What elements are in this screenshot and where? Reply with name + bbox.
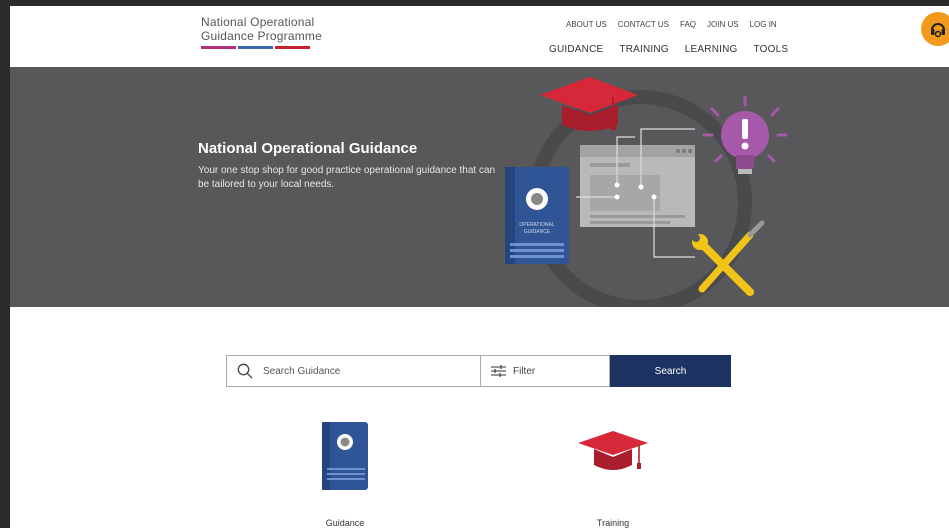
- nav-tools[interactable]: TOOLS: [754, 44, 789, 55]
- accessibility-button[interactable]: [921, 12, 949, 46]
- hero-illustration: OPERATIONAL GUIDANCE: [505, 77, 788, 307]
- guidance-book-icon: [322, 422, 368, 490]
- page: National Operational Guidance Programme …: [10, 6, 949, 528]
- nav-faq[interactable]: FAQ: [680, 20, 696, 29]
- logo-line-2: Guidance Programme: [201, 29, 322, 43]
- category-guidance[interactable]: Guidance: [310, 420, 380, 528]
- graduation-cap-icon: [578, 431, 648, 470]
- nav-about-us[interactable]: ABOUT US: [566, 20, 607, 29]
- utility-nav: ABOUT US CONTACT US FAQ JOIN US LOG IN: [566, 20, 777, 29]
- search-icon: [237, 363, 253, 379]
- nav-training[interactable]: TRAINING: [619, 44, 668, 55]
- search-input-wrapper[interactable]: [226, 355, 480, 387]
- search-input[interactable]: [261, 364, 465, 378]
- nav-guidance[interactable]: GUIDANCE: [549, 44, 603, 55]
- filter-button[interactable]: Filter: [480, 355, 610, 387]
- nav-contact-us[interactable]: CONTACT US: [618, 20, 669, 29]
- nav-learning[interactable]: LEARNING: [685, 44, 738, 55]
- main-nav: GUIDANCE TRAINING LEARNING TOOLS: [549, 44, 788, 55]
- nav-join-us[interactable]: JOIN US: [707, 20, 739, 29]
- headset-icon: [931, 23, 945, 38]
- book-title-line-2: GUIDANCE: [524, 229, 551, 235]
- guidance-book-icon: OPERATIONAL GUIDANCE: [505, 167, 569, 264]
- search-bar: Filter Search: [226, 355, 731, 387]
- browser-window-icon: [580, 145, 695, 227]
- hero-subtitle: Your one stop shop for good practice ope…: [198, 165, 496, 190]
- nav-log-in[interactable]: LOG IN: [750, 20, 777, 29]
- category-training-label: Training: [596, 518, 630, 528]
- filter-label: Filter: [513, 365, 536, 377]
- hero-banner: National Operational Guidance Your one s…: [10, 67, 949, 307]
- book-title-line-1: OPERATIONAL: [519, 222, 554, 228]
- logo-line-1: National Operational: [201, 15, 315, 29]
- window-frame-left: [0, 0, 10, 528]
- hero-title: National Operational Guidance: [198, 140, 418, 157]
- filter-sliders-icon: [491, 365, 506, 377]
- site-logo[interactable]: National Operational Guidance Programme: [201, 15, 322, 49]
- category-training[interactable]: Training: [573, 431, 653, 528]
- logo-color-bars: [201, 46, 322, 49]
- category-guidance-label: Guidance: [325, 518, 365, 528]
- search-button[interactable]: Search: [610, 355, 731, 387]
